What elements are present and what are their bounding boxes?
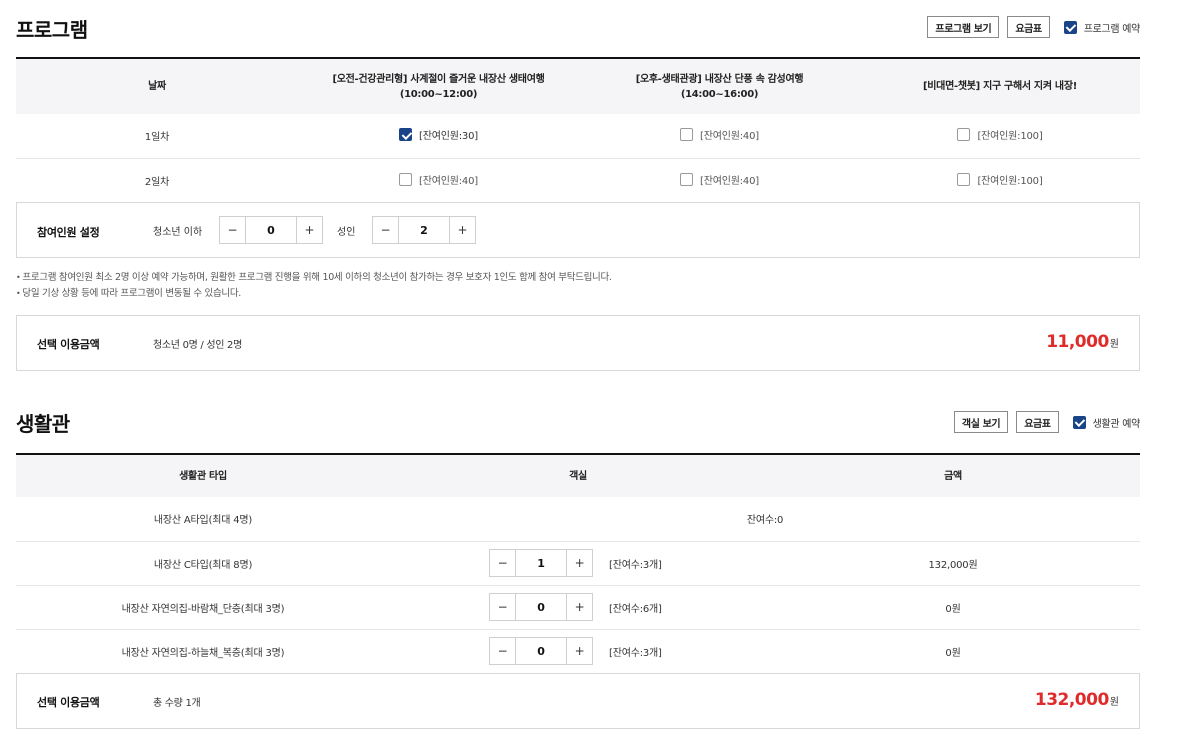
header-online-program: [비대면-챗봇] 지구 구해서 지켜 내장! bbox=[860, 58, 1140, 114]
lodging-view-button[interactable]: 객실 보기 bbox=[953, 411, 1009, 433]
header-lodging-type: 생활관 타입 bbox=[16, 454, 390, 497]
adult-plus-button[interactable]: + bbox=[449, 217, 475, 243]
table-row: 1일차 [잔여인원:30] [잔여인원:40] [잔여인원:100] bbox=[16, 114, 1140, 159]
lodging-summary-box: 선택 이용금액 총 수량 1개 132,000 원 bbox=[16, 673, 1140, 729]
lodging-type: 내장산 자연의집-하늘채_복층(최대 3명) bbox=[16, 629, 390, 674]
program-section-header: 프로그램 프로그램 보기 요금표 프로그램 예약 bbox=[16, 14, 1140, 44]
program-total-amount: 11,000 bbox=[1046, 332, 1109, 352]
participants-label: 참여인원 설정 bbox=[37, 226, 100, 239]
youth-plus-button[interactable]: + bbox=[296, 217, 322, 243]
lodging-table: 생활관 타입 객실 금액 내장산 A타입(최대 4명) 잔여수:0 내장산 C타… bbox=[16, 453, 1140, 674]
room-minus-button[interactable]: − bbox=[490, 638, 516, 664]
program-option[interactable]: [잔여인원:40] bbox=[680, 172, 759, 187]
program-reserve-checkbox[interactable] bbox=[1063, 20, 1077, 34]
lodging-summary-label: 선택 이용금액 bbox=[37, 696, 100, 709]
room-stepper: − 0 + bbox=[489, 593, 593, 621]
program-option[interactable]: [잔여인원:30] bbox=[399, 127, 478, 142]
header-date: 날짜 bbox=[16, 58, 298, 114]
lodging-tools: 객실 보기 요금표 생활관 예약 bbox=[953, 411, 1141, 433]
table-row: 내장산 자연의집-바람채_단층(최대 3명) − 0 + [잔여수:6개] 0원 bbox=[16, 585, 1140, 630]
table-row: 내장산 자연의집-하늘채_복층(최대 3명) − 0 + [잔여수:3개] 0원 bbox=[16, 629, 1140, 674]
room-plus-button[interactable]: + bbox=[566, 638, 592, 664]
program-view-button[interactable]: 프로그램 보기 bbox=[927, 16, 1000, 38]
program-total-price: 11,000 원 bbox=[1046, 332, 1119, 352]
lodging-type: 내장산 C타입(최대 8명) bbox=[16, 541, 390, 586]
lodging-title: 생활관 bbox=[16, 412, 70, 436]
table-row: 2일차 [잔여인원:40] [잔여인원:40] [잔여인원:100] bbox=[16, 158, 1140, 203]
lodging-remaining: 잔여수:0 bbox=[390, 497, 1140, 542]
adult-count[interactable]: 2 bbox=[399, 217, 449, 243]
room-remaining: [잔여수:3개] bbox=[609, 647, 662, 659]
option-checkbox[interactable] bbox=[399, 128, 413, 142]
option-checkbox[interactable] bbox=[399, 172, 413, 186]
lodging-reserve-toggle[interactable]: 생활관 예약 bbox=[1072, 415, 1141, 430]
program-option[interactable]: [잔여인원:40] bbox=[399, 172, 478, 187]
program-tools: 프로그램 보기 요금표 프로그램 예약 bbox=[927, 16, 1140, 38]
room-price: 0원 bbox=[766, 585, 1140, 630]
program-notes: 프로그램 참여인원 최소 2명 이상 예약 가능하며, 원활한 프로그램 진행을… bbox=[16, 270, 612, 302]
lodging-summary-text: 총 수량 1개 bbox=[153, 698, 201, 709]
program-price-button[interactable]: 요금표 bbox=[1007, 16, 1050, 38]
adult-label: 성인 bbox=[337, 227, 356, 238]
room-plus-button[interactable]: + bbox=[566, 594, 592, 620]
table-row: 내장산 A타입(최대 4명) 잔여수:0 bbox=[16, 497, 1140, 542]
row-day: 1일차 bbox=[16, 114, 298, 159]
youth-stepper: − 0 + bbox=[219, 216, 323, 244]
table-row: 내장산 C타입(최대 8명) − 1 + [잔여수:3개] 132,000원 bbox=[16, 541, 1140, 586]
lodging-type: 내장산 A타입(최대 4명) bbox=[16, 497, 390, 542]
room-remaining: [잔여수:6개] bbox=[609, 603, 662, 615]
adult-stepper: − 2 + bbox=[372, 216, 476, 244]
program-option[interactable]: [잔여인원:100] bbox=[957, 172, 1043, 187]
header-price: 금액 bbox=[766, 454, 1140, 497]
program-total-unit: 원 bbox=[1109, 339, 1119, 350]
lodging-section-header: 생활관 객실 보기 요금표 생활관 예약 bbox=[16, 408, 1140, 438]
lodging-total-price: 132,000 원 bbox=[1035, 690, 1119, 710]
participants-box: 참여인원 설정 청소년 이하 − 0 + 성인 − 2 + bbox=[16, 202, 1140, 258]
option-checkbox[interactable] bbox=[957, 172, 971, 186]
program-table-header: 날짜 [오전-건강관리형] 사계절이 즐거운 내장산 생태여행 (10:00~12… bbox=[16, 58, 1140, 114]
room-stepper: − 0 + bbox=[489, 637, 593, 665]
lodging-reserve-checkbox[interactable] bbox=[1072, 415, 1086, 429]
lodging-price-button[interactable]: 요금표 bbox=[1016, 411, 1059, 433]
youth-minus-button[interactable]: − bbox=[220, 217, 246, 243]
program-reserve-toggle[interactable]: 프로그램 예약 bbox=[1063, 20, 1141, 35]
option-checkbox[interactable] bbox=[957, 128, 971, 142]
lodging-type: 내장산 자연의집-바람채_단층(최대 3명) bbox=[16, 585, 390, 630]
program-summary-text: 청소년 0명 / 성인 2명 bbox=[153, 340, 243, 351]
lodging-total-unit: 원 bbox=[1109, 697, 1119, 708]
header-morning-program: [오전-건강관리형] 사계절이 즐거운 내장산 생태여행 (10:00~12:00… bbox=[298, 58, 579, 114]
note-item: 당일 기상 상황 등에 따라 프로그램이 변동될 수 있습니다. bbox=[16, 286, 612, 302]
program-summary-box: 선택 이용금액 청소년 0명 / 성인 2명 11,000 원 bbox=[16, 315, 1140, 371]
lodging-reserve-label: 생활관 예약 bbox=[1092, 418, 1141, 430]
option-checkbox[interactable] bbox=[680, 128, 694, 142]
program-title: 프로그램 bbox=[16, 18, 88, 42]
youth-count[interactable]: 0 bbox=[246, 217, 296, 243]
youth-label: 청소년 이하 bbox=[153, 227, 203, 238]
header-room: 객실 bbox=[390, 454, 766, 497]
room-count[interactable]: 1 bbox=[516, 550, 566, 576]
row-day: 2일차 bbox=[16, 158, 298, 203]
lodging-total-amount: 132,000 bbox=[1034, 690, 1109, 710]
adult-minus-button[interactable]: − bbox=[373, 217, 399, 243]
room-stepper: − 1 + bbox=[489, 549, 593, 577]
room-minus-button[interactable]: − bbox=[490, 550, 516, 576]
room-price: 0원 bbox=[766, 629, 1140, 674]
room-minus-button[interactable]: − bbox=[490, 594, 516, 620]
header-afternoon-program: [오후-생태관광] 내장산 단풍 속 감성여행 (14:00~16:00) bbox=[579, 58, 860, 114]
program-option[interactable]: [잔여인원:40] bbox=[680, 127, 759, 142]
room-remaining: [잔여수:3개] bbox=[609, 559, 662, 571]
note-item: 프로그램 참여인원 최소 2명 이상 예약 가능하며, 원활한 프로그램 진행을… bbox=[16, 270, 612, 286]
room-count[interactable]: 0 bbox=[516, 594, 566, 620]
program-option[interactable]: [잔여인원:100] bbox=[957, 127, 1043, 142]
program-summary-label: 선택 이용금액 bbox=[37, 338, 100, 351]
room-plus-button[interactable]: + bbox=[566, 550, 592, 576]
program-reserve-label: 프로그램 예약 bbox=[1083, 23, 1141, 35]
option-checkbox[interactable] bbox=[680, 172, 694, 186]
room-price: 132,000원 bbox=[766, 541, 1140, 586]
room-count[interactable]: 0 bbox=[516, 638, 566, 664]
program-table: 날짜 [오전-건강관리형] 사계절이 즐거운 내장산 생태여행 (10:00~12… bbox=[16, 57, 1140, 203]
lodging-table-header: 생활관 타입 객실 금액 bbox=[16, 454, 1140, 497]
